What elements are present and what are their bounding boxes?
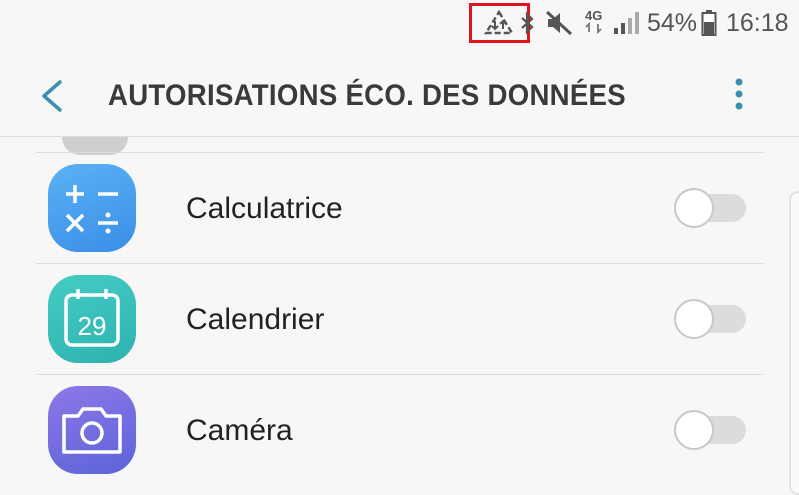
row-divider (36, 152, 763, 153)
calendar-icon: 29 (48, 275, 136, 363)
more-vert-icon (735, 78, 743, 110)
calculator-icon (48, 164, 136, 252)
network-type-label: 4G (585, 8, 602, 23)
more-options-button[interactable] (722, 72, 756, 120)
status-bar: 4G 54% 16:18 (0, 0, 799, 46)
battery-icon (701, 0, 717, 46)
network-4g-icon: 4G (584, 0, 606, 46)
app-name-label: Calculatrice (186, 192, 343, 225)
row-divider (36, 374, 763, 375)
page-title: AUTORISATIONS ÉCO. DES DONNÉES (108, 79, 626, 112)
toggle-thumb (674, 188, 714, 228)
signal-icon (612, 0, 640, 46)
calendar-day-label: 29 (78, 311, 107, 341)
bluetooth-icon (520, 0, 534, 46)
list-item-calculatrice[interactable]: Calculatrice (0, 152, 799, 263)
toggle-camera[interactable] (674, 410, 746, 450)
back-button[interactable] (30, 74, 74, 118)
data-saver-icon (484, 0, 514, 46)
list-item-camera[interactable]: Caméra (0, 374, 799, 485)
app-name-label: Caméra (186, 414, 293, 447)
back-arrow-icon (42, 80, 62, 112)
camera-icon (48, 386, 136, 474)
mute-icon (545, 0, 573, 46)
row-divider (36, 263, 763, 264)
battery-percent: 54% (647, 8, 698, 37)
app-list: Calculatrice 29 Calendrier Caméra (0, 137, 799, 485)
app-bar: AUTORISATIONS ÉCO. DES DONNÉES (0, 46, 799, 136)
toggle-calendrier[interactable] (674, 299, 746, 339)
app-name-label: Calendrier (186, 303, 325, 336)
status-time: 16:18 (726, 8, 789, 37)
toggle-thumb (674, 299, 714, 339)
scroll-indicator[interactable] (789, 191, 799, 495)
toggle-calculatrice[interactable] (674, 188, 746, 228)
list-item-calendrier[interactable]: 29 Calendrier (0, 263, 799, 374)
toggle-thumb (674, 410, 714, 450)
